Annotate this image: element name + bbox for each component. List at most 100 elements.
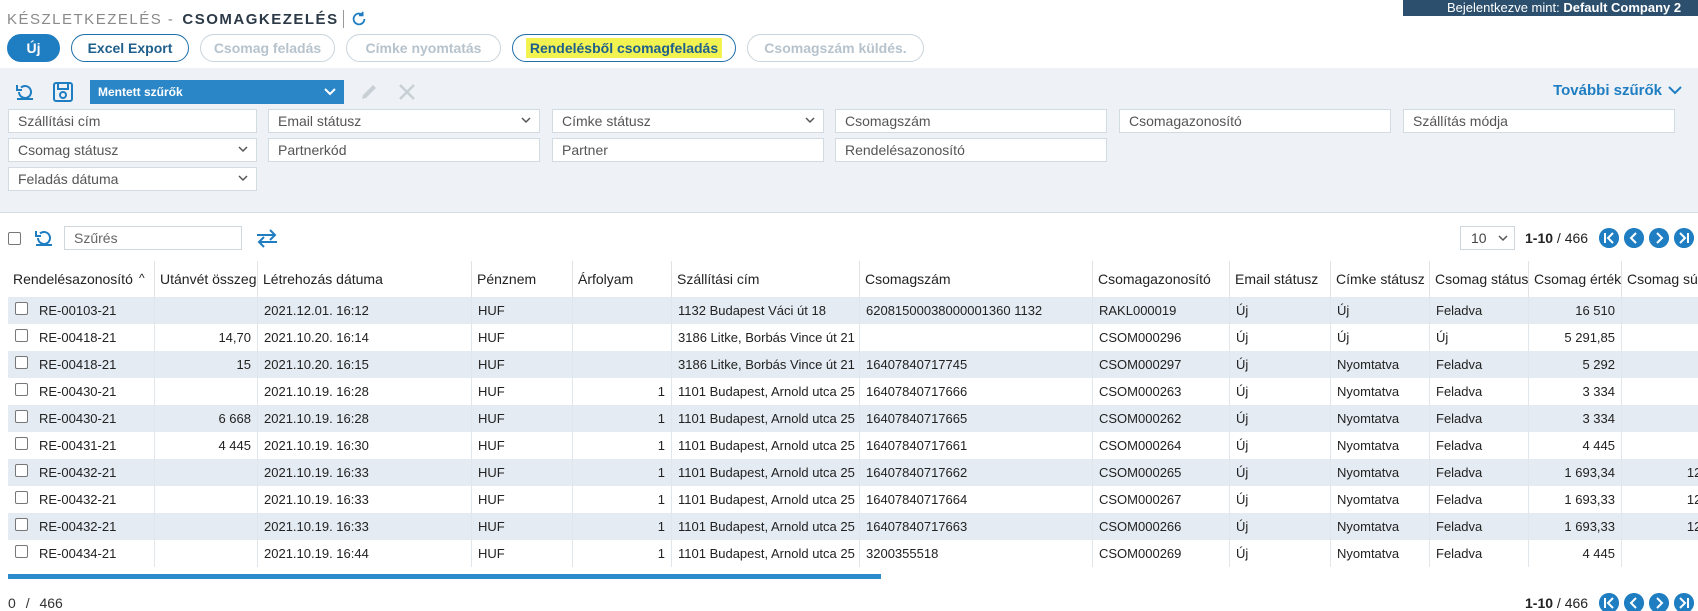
cell-shipping-address: 1101 Budapest, Arnold utca 25 (672, 540, 860, 567)
cell-email-status: Új (1230, 297, 1331, 324)
cell-package-weight (1622, 324, 1698, 351)
cell-package-weight (1622, 297, 1698, 324)
row-checkbox[interactable] (15, 383, 28, 396)
table-row[interactable]: RE-00418-21 14,70 2021.10.20. 16:14 HUF 3186… (8, 324, 1698, 351)
cell-created-date: 2021.10.19. 16:33 (258, 513, 472, 540)
select-all-checkbox[interactable] (8, 232, 21, 245)
shipping-method-field[interactable]: Szállítás módja (1403, 109, 1675, 133)
login-info: Bejelentkezve mint: Default Company 2 (1403, 0, 1698, 16)
cell-email-status: Új (1230, 405, 1331, 432)
first-page-icon[interactable] (1599, 593, 1619, 611)
cell-package-value: 1 693,34 (1529, 459, 1622, 486)
first-page-icon[interactable] (1599, 228, 1619, 248)
cell-package-weight (1622, 540, 1698, 567)
cell-order-id: RE-00432-21 (33, 459, 155, 486)
column-header-exchange-rate[interactable]: Árfolyam (573, 261, 672, 297)
package-id-field[interactable]: Csomagazonosító (1119, 109, 1391, 133)
table-row[interactable]: RE-00431-21 4 445 2021.10.19. 16:30 HUF 1 110… (8, 432, 1698, 459)
horizontal-scrollbar[interactable] (8, 574, 881, 579)
table-row[interactable]: RE-00430-21 6 668 2021.10.19. 16:28 HUF 1 110… (8, 405, 1698, 432)
cell-shipping-address: 1101 Budapest, Arnold utca 25 (672, 459, 860, 486)
cell-package-status: Feladva (1430, 486, 1529, 513)
package-number-field[interactable]: Csomagszám (835, 109, 1107, 133)
grid-search-input[interactable]: Szűrés (64, 226, 242, 250)
prev-page-icon[interactable] (1624, 593, 1644, 611)
next-page-icon[interactable] (1649, 228, 1669, 248)
reset-grid-icon[interactable] (33, 227, 55, 249)
cell-package-weight: 12, (1622, 513, 1698, 540)
last-page-icon[interactable] (1674, 228, 1694, 248)
row-checkbox[interactable] (15, 302, 28, 315)
cell-shipping-address: 1101 Budapest, Arnold utca 25 (672, 513, 860, 540)
page-size-select[interactable]: 10 (1460, 226, 1515, 250)
row-checkbox[interactable] (15, 518, 28, 531)
cell-currency: HUF (472, 351, 573, 378)
pager-info: 1-10 / 466 (1525, 230, 1589, 246)
row-checkbox[interactable] (15, 410, 28, 423)
cell-order-id: RE-00418-21 (33, 324, 155, 351)
cell-order-id: RE-00103-21 (33, 297, 155, 324)
excel-export-button[interactable]: Excel Export (71, 34, 189, 62)
cell-cod-amount: 4 445 (155, 432, 258, 459)
row-checkbox[interactable] (15, 356, 28, 369)
table-row[interactable]: RE-00432-21 2021.10.19. 16:33 HUF 1 1101 Bud… (8, 459, 1698, 486)
column-header-label-status[interactable]: Címke státusz (1331, 261, 1430, 297)
column-header-package-weight[interactable]: Csomag súly (1622, 261, 1698, 297)
table-row[interactable]: RE-00430-21 2021.10.19. 16:28 HUF 1 1101 Bud… (8, 378, 1698, 405)
cell-package-id: CSOM000262 (1093, 405, 1230, 432)
last-page-icon[interactable] (1674, 593, 1694, 611)
column-header-cod-amount[interactable]: Utánvét összeg (155, 261, 258, 297)
row-checkbox[interactable] (15, 437, 28, 450)
package-number-send-button[interactable]: Csomagszám küldés. (747, 34, 924, 62)
partner-code-field[interactable]: Partnerkód (268, 138, 540, 162)
page-header: KÉSZLETKEZELÉS - CSOMAGKEZELÉS Bejelentk… (0, 0, 1698, 68)
row-checkbox[interactable] (15, 491, 28, 504)
cell-shipping-address: 3186 Litke, Borbás Vince út 21 (672, 351, 860, 378)
column-header-package-number[interactable]: Csomagszám (860, 261, 1093, 297)
shipping-address-field[interactable]: Szállítási cím (8, 109, 257, 133)
table-row[interactable]: RE-00432-21 2021.10.19. 16:33 HUF 1 1101 Bud… (8, 513, 1698, 540)
column-header-package-status[interactable]: Csomag státusz (1430, 261, 1529, 297)
swap-icon[interactable] (255, 228, 279, 248)
order-package-send-button[interactable]: Rendelésből csomagfeladás (512, 34, 736, 62)
column-header-created-date[interactable]: Létrehozás dátuma (258, 261, 472, 297)
cell-package-number: 16407840717662 (860, 459, 1093, 486)
chevron-down-icon (238, 175, 248, 182)
column-header-shipping-address[interactable]: Szállítási cím (672, 261, 860, 297)
refresh-icon[interactable] (350, 10, 368, 28)
label-print-button[interactable]: Címke nyomtatás (346, 34, 501, 62)
column-header-package-id[interactable]: Csomagazonosító (1093, 261, 1230, 297)
table-row[interactable]: RE-00418-21 15 2021.10.20. 16:15 HUF 3186 Li… (8, 351, 1698, 378)
prev-page-icon[interactable] (1624, 228, 1644, 248)
email-status-select[interactable]: Email státusz (268, 109, 540, 133)
sort-asc-icon: ^ (139, 271, 145, 285)
cell-exchange-rate: 1 (573, 378, 672, 405)
label-status-select[interactable]: Címke státusz (552, 109, 824, 133)
send-date-select[interactable]: Feladás dátuma (8, 167, 257, 191)
column-header-order-id[interactable]: Rendelésazonosító (8, 261, 155, 297)
cell-cod-amount (155, 378, 258, 405)
partner-field[interactable]: Partner (552, 138, 824, 162)
footer-pager-info: 1-10 / 466 (1525, 595, 1589, 611)
column-header-package-value[interactable]: Csomag érték (1529, 261, 1622, 297)
column-header-email-status[interactable]: Email státusz (1230, 261, 1331, 297)
column-header-currency[interactable]: Pénznem (472, 261, 573, 297)
next-page-icon[interactable] (1649, 593, 1669, 611)
cell-package-id: CSOM000266 (1093, 513, 1230, 540)
cell-package-value: 1 693,33 (1529, 513, 1622, 540)
cell-package-status: Feladva (1430, 297, 1529, 324)
cell-package-status: Feladva (1430, 432, 1529, 459)
package-send-button[interactable]: Csomag feladás (200, 34, 335, 62)
row-checkbox[interactable] (15, 545, 28, 558)
order-id-field[interactable]: Rendelésazonosító (835, 138, 1107, 162)
row-checkbox[interactable] (15, 464, 28, 477)
cell-package-status: Új (1430, 324, 1529, 351)
package-status-select[interactable]: Csomag státusz (8, 138, 257, 162)
table-row[interactable]: RE-00103-21 2021.12.01. 16:12 HUF 1132 Buda… (8, 297, 1698, 324)
row-checkbox[interactable] (15, 329, 28, 342)
cell-package-weight: 12, (1622, 459, 1698, 486)
cell-created-date: 2021.10.19. 16:44 (258, 540, 472, 567)
new-button[interactable]: Új (7, 34, 60, 62)
table-row[interactable]: RE-00432-21 2021.10.19. 16:33 HUF 1 1101 Bud… (8, 486, 1698, 513)
table-row[interactable]: RE-00434-21 2021.10.19. 16:44 HUF 1 1101 Bud… (8, 540, 1698, 567)
